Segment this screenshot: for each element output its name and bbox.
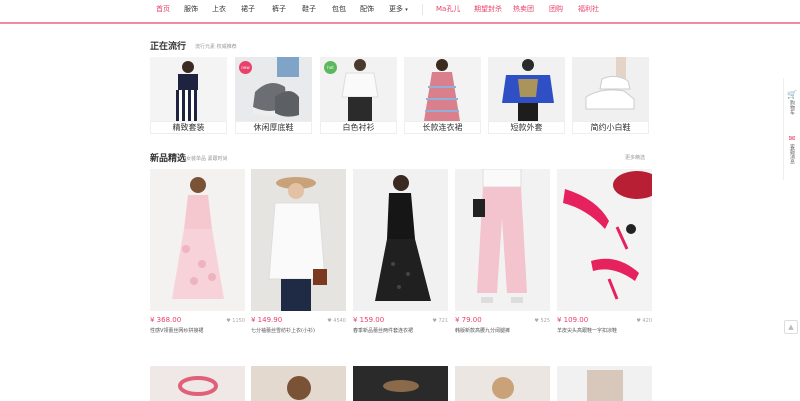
newarrivals-subtitle: 女装单品 紧跟时尚 (186, 156, 228, 162)
product-image (353, 366, 448, 401)
newarrivals-title: 新品精选 (150, 154, 187, 164)
category-card-short-jacket[interactable]: 短款外套 (488, 57, 565, 134)
product-image (251, 169, 346, 311)
rail-messages-label: 客服消息 (789, 144, 795, 164)
category-label: 长款连衣裙 (404, 121, 481, 134)
category-card-long-dress[interactable]: 长款连衣裙 (404, 57, 481, 134)
product-image (150, 366, 245, 401)
right-rail: 🛒 购物车 ✉ 客服消息 (783, 78, 800, 180)
category-photo (488, 57, 565, 121)
product-name[interactable]: 韩版新款高腰九分阔腿裤 (455, 327, 550, 334)
nav-promo-2[interactable]: 期望封杀 (474, 4, 502, 14)
category-card-casual-shoes[interactable]: new 休闲厚底鞋 (235, 57, 312, 134)
new-badge-icon: new (239, 61, 252, 74)
top-nav: 首页 服饰 上衣 裙子 裤子 鞋子 包包 配饰 更多 ▾ Ma孔儿 期望封杀 热… (0, 0, 800, 24)
product-image (150, 169, 245, 311)
nav-item-pants[interactable]: 裤子 (272, 4, 286, 14)
product-name[interactable]: 春季新品蕾丝两件套连衣裙 (353, 327, 448, 334)
nav-promo-5[interactable]: 福利社 (578, 4, 599, 14)
category-label: 精致套装 (150, 121, 227, 134)
product-image (557, 169, 652, 311)
nav-item-home[interactable]: 首页 (156, 4, 170, 14)
category-card-white-shirt[interactable]: hot 白色衬衫 (320, 57, 397, 134)
back-to-top-icon[interactable]: ▲ (784, 320, 798, 334)
product-image (455, 169, 550, 311)
category-label: 白色衬衫 (320, 121, 397, 134)
rail-cart[interactable]: 🛒 购物车 (785, 90, 799, 115)
product-card[interactable]: ¥ 159.00 ♥ 721 春季新品蕾丝两件套连衣裙 (353, 169, 448, 339)
category-card-white-sneakers[interactable]: 简约小白鞋 (572, 57, 649, 134)
product-image (557, 366, 652, 401)
nav-promo-4[interactable]: 团购 (549, 4, 563, 14)
product-price: ¥ 109.00 (557, 316, 589, 324)
message-icon: ✉ (788, 134, 796, 143)
product-likes-count: 4540 (333, 318, 346, 324)
product-likes: ♥ 721 (432, 318, 448, 324)
nav-promo-1[interactable]: Ma孔儿 (436, 4, 460, 14)
product-likes: ♥ 4540 (327, 318, 346, 324)
product-price: ¥ 149.90 (251, 316, 283, 324)
product-name[interactable]: 羊皮尖头高跟鞋一字扣凉鞋 (557, 327, 652, 334)
product-card-partial[interactable] (150, 366, 245, 401)
rail-messages[interactable]: ✉ 客服消息 (785, 134, 799, 164)
product-likes-count: 1150 (232, 318, 245, 324)
product-card-partial[interactable] (353, 366, 448, 401)
more-link[interactable]: 更多精选 (625, 154, 645, 161)
product-price: ¥ 159.00 (353, 316, 385, 324)
nav-item-bags[interactable]: 包包 (332, 4, 346, 14)
nav-item-accessories[interactable]: 配饰 (360, 4, 374, 14)
category-label: 休闲厚底鞋 (235, 121, 312, 134)
category-label: 短款外套 (488, 121, 565, 134)
nav-item-skirts[interactable]: 裙子 (241, 4, 255, 14)
category-label: 简约小白鞋 (572, 121, 649, 134)
nav-item-shoes[interactable]: 鞋子 (302, 4, 316, 14)
category-photo (572, 57, 649, 121)
product-card[interactable]: ¥ 79.00 ♥ 525 韩版新款高腰九分阔腿裤 (455, 169, 550, 339)
product-likes-count: 420 (642, 318, 652, 324)
category-photo (404, 57, 481, 121)
chevron-down-icon: ▾ (405, 7, 408, 13)
category-card-sets[interactable]: 精致套装 (150, 57, 227, 134)
product-card[interactable]: ¥ 368.00 ♥ 1150 性感V领蕾丝网纱拼接裙 (150, 169, 245, 339)
nav-item-more[interactable]: 更多 ▾ (389, 4, 408, 14)
product-card[interactable]: ¥ 149.90 ♥ 4540 七分袖蕾丝雪纺衫上衣(小衫) (251, 169, 346, 339)
product-card-partial[interactable] (455, 366, 550, 401)
nav-more-label: 更多 (389, 5, 403, 13)
product-card-partial[interactable] (251, 366, 346, 401)
product-name[interactable]: 性感V领蕾丝网纱拼接裙 (150, 327, 245, 334)
product-card-partial[interactable] (557, 366, 652, 401)
product-card[interactable]: ¥ 109.00 ♥ 420 羊皮尖头高跟鞋一字扣凉鞋 (557, 169, 652, 339)
hot-badge-icon: hot (324, 61, 337, 74)
trending-subtitle: 流行元素 权威推荐 (195, 44, 237, 50)
nav-item-tops[interactable]: 上衣 (212, 4, 226, 14)
nav-divider (422, 4, 423, 15)
rail-cart-label: 购物车 (789, 100, 795, 115)
cart-icon: 🛒 (787, 90, 797, 99)
product-price: ¥ 368.00 (150, 316, 182, 324)
product-price: ¥ 79.00 (455, 316, 482, 324)
product-image (353, 169, 448, 311)
product-likes: ♥ 420 (636, 318, 652, 324)
product-likes-count: 525 (540, 318, 550, 324)
nav-item-clothing[interactable]: 服饰 (184, 4, 198, 14)
product-image (251, 366, 346, 401)
product-likes: ♥ 1150 (226, 318, 245, 324)
nav-promo-3[interactable]: 热卖团 (513, 4, 534, 14)
category-photo (150, 57, 227, 121)
trending-title: 正在流行 (150, 42, 187, 52)
product-likes-count: 721 (438, 318, 448, 324)
product-likes: ♥ 525 (534, 318, 550, 324)
product-name[interactable]: 七分袖蕾丝雪纺衫上衣(小衫) (251, 327, 346, 334)
product-image (455, 366, 550, 401)
